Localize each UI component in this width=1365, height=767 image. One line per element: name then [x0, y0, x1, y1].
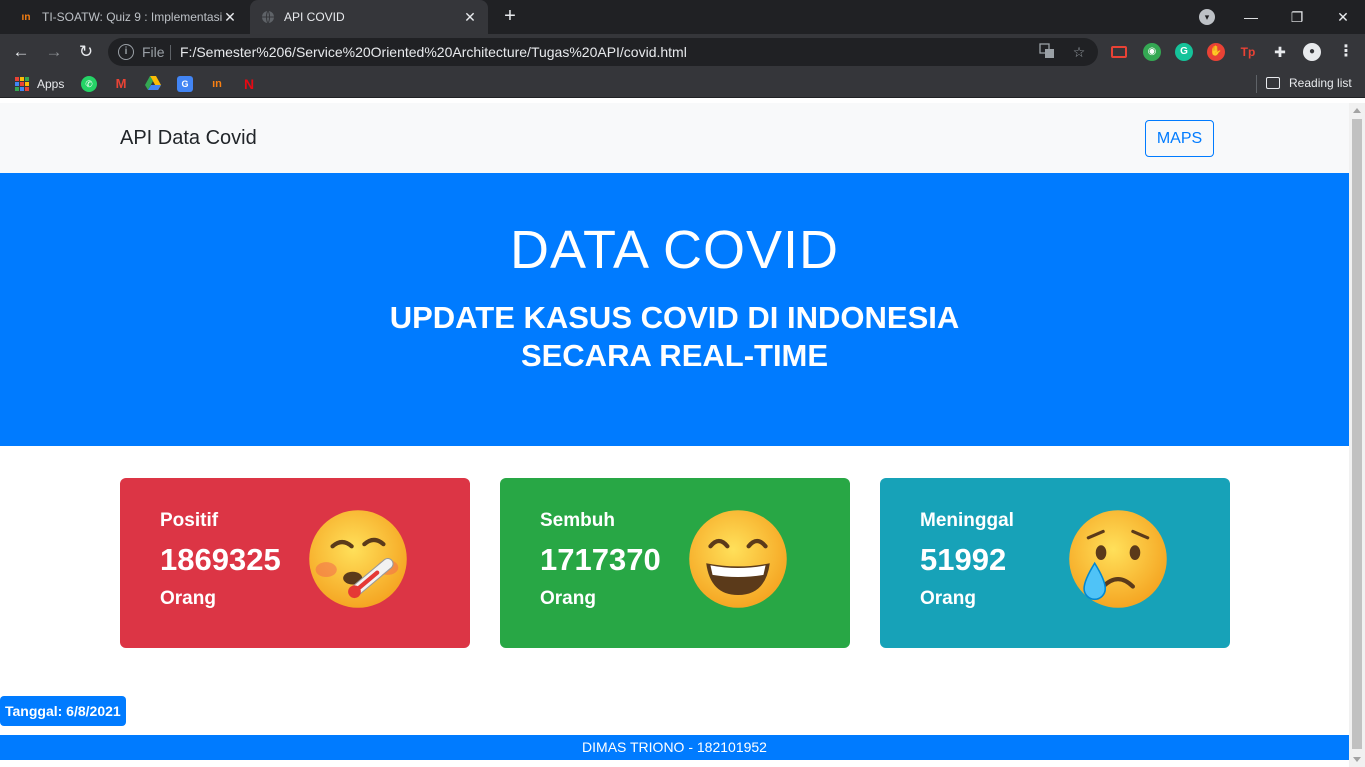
cast-extension-icon[interactable]: [1111, 46, 1127, 58]
google-translate-icon: G: [177, 76, 193, 92]
reading-list-icon: [1266, 77, 1280, 89]
card-value: 51992: [920, 542, 1007, 577]
card-label: Positif: [160, 510, 219, 531]
minimize-icon[interactable]: ―: [1228, 0, 1274, 34]
grammarly-icon[interactable]: G: [1175, 43, 1193, 61]
card-unit: Orang: [160, 588, 216, 609]
browser-tab-strip: ın TI-SOATW: Quiz 9 : Implementasi ✕ API…: [0, 0, 1365, 34]
restore-icon[interactable]: ❐: [1274, 0, 1320, 34]
url-text[interactable]: F:/Semester%206/Service%20Oriented%20Arc…: [180, 44, 687, 60]
globe-icon: [260, 9, 276, 25]
crying-face-icon: [1069, 510, 1167, 608]
translate-icon[interactable]: [1038, 43, 1056, 61]
profile-avatar-icon[interactable]: ●: [1303, 43, 1321, 61]
card-label: Meninggal: [920, 510, 1014, 531]
card-positif: Positif 1869325 Orang: [120, 478, 470, 648]
date-badge: Tanggal: 6/8/2021: [0, 696, 126, 726]
google-drive-icon: [145, 76, 161, 92]
browser-toolbar: ← → ↻ i File F:/Semester%206/Service%20O…: [0, 34, 1365, 70]
new-tab-button[interactable]: +: [498, 5, 522, 29]
card-unit: Orang: [920, 588, 976, 609]
bookmark-drive[interactable]: [145, 76, 161, 92]
address-bar[interactable]: i File F:/Semester%206/Service%20Oriente…: [108, 38, 1098, 66]
bookmark-gmail[interactable]: M: [113, 76, 129, 92]
bookmark-moodle[interactable]: ın: [209, 76, 225, 92]
site-navbar: API Data Covid MAPS: [0, 103, 1349, 173]
bookmark-translate[interactable]: G: [177, 76, 193, 92]
bookmark-label: Apps: [37, 77, 65, 91]
apps-grid-icon: [15, 77, 29, 91]
card-unit: Orang: [540, 588, 596, 609]
reload-icon[interactable]: ↻: [74, 40, 98, 64]
hero-subtitle-line-2: SECARA REAL-TIME: [520, 338, 829, 373]
card-label: Sembuh: [540, 510, 615, 531]
netflix-icon: N: [243, 76, 255, 92]
back-icon[interactable]: ←: [9, 40, 33, 64]
bookmark-star-icon[interactable]: ☆: [1070, 43, 1088, 61]
page-scrollbar[interactable]: [1349, 103, 1365, 767]
tab-quiz[interactable]: ın TI-SOATW: Quiz 9 : Implementasi ✕: [8, 0, 248, 34]
divider: [1256, 75, 1257, 93]
extensions-puzzle-icon[interactable]: ✚: [1271, 43, 1289, 61]
maps-button[interactable]: MAPS: [1145, 120, 1214, 157]
card-sembuh: Sembuh 1717370 Orang: [500, 478, 850, 648]
adblock-icon[interactable]: ✋: [1207, 43, 1225, 61]
reading-list-button[interactable]: Reading list: [1266, 76, 1352, 90]
hero-subtitle: UPDATE KASUS COVID DI INDONESIA SECARA R…: [0, 299, 1349, 375]
scroll-down-icon[interactable]: [1353, 757, 1361, 762]
bookmark-netflix[interactable]: N: [241, 76, 257, 92]
reading-list-label: Reading list: [1289, 76, 1352, 90]
close-tab-icon[interactable]: ✕: [462, 9, 478, 26]
navbar-brand[interactable]: API Data Covid: [120, 127, 257, 150]
moodle-icon: ın: [21, 11, 31, 23]
card-meninggal: Meninggal 51992 Orang: [880, 478, 1230, 648]
bookmark-whatsapp[interactable]: ✆: [81, 76, 97, 92]
scroll-up-icon[interactable]: [1353, 108, 1361, 113]
page-footer: DIMAS TRIONO - 182101952: [0, 735, 1349, 760]
scrollbar-thumb[interactable]: [1352, 119, 1362, 749]
info-icon[interactable]: i: [118, 44, 134, 60]
bookmarks-bar: Apps ✆ M G ın N Reading list: [0, 70, 1365, 98]
hero-banner: DATA COVID UPDATE KASUS COVID DI INDONES…: [0, 173, 1349, 446]
close-window-icon[interactable]: ✕: [1320, 0, 1365, 34]
face-with-thermometer-icon: [309, 510, 407, 608]
tab-title: API COVID: [284, 10, 345, 24]
tab-search-icon[interactable]: ▾: [1199, 9, 1215, 25]
tab-api-covid[interactable]: API COVID ✕: [250, 0, 488, 34]
forward-icon[interactable]: →: [42, 40, 66, 64]
hero-title: DATA COVID: [509, 220, 840, 280]
extension-globe-icon[interactable]: ◉: [1143, 43, 1161, 61]
tp-extension-icon[interactable]: Tp: [1239, 43, 1257, 61]
hero-subtitle-line-1: UPDATE KASUS COVID DI INDONESIA: [389, 300, 960, 335]
moodle-icon: ın: [212, 78, 222, 90]
divider: [170, 45, 171, 60]
whatsapp-icon: ✆: [81, 76, 97, 92]
scheme-label: File: [142, 44, 165, 60]
card-value: 1869325: [160, 542, 281, 577]
gmail-icon: M: [115, 76, 127, 91]
page-viewport: API Data Covid MAPS DATA COVID UPDATE KA…: [0, 103, 1349, 767]
close-tab-icon[interactable]: ✕: [222, 9, 238, 26]
grinning-face-icon: [689, 510, 787, 608]
card-value: 1717370: [540, 542, 661, 577]
more-menu-icon[interactable]: ⋮: [1338, 42, 1354, 62]
bookmark-apps[interactable]: Apps: [15, 76, 64, 92]
tab-title: TI-SOATW: Quiz 9 : Implementasi: [42, 10, 222, 24]
